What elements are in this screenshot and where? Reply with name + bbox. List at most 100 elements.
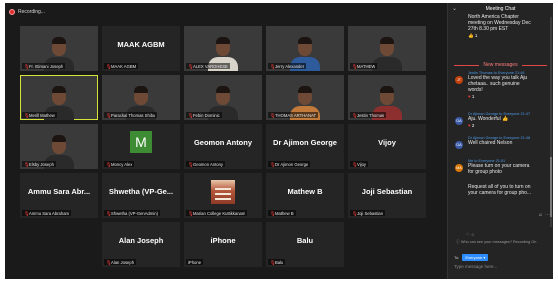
- participant-tile-elsby-joseph[interactable]: 🎙 Elsby Joseph: [20, 124, 98, 169]
- participant-name: Jestin Thomas: [357, 112, 385, 118]
- chat-message-line: for group photo: [468, 169, 502, 175]
- participant-display-name: Joji Sebastian: [361, 186, 413, 196]
- participant-name: Marian College Kuttikkanam: [193, 210, 246, 216]
- participant-name: MATHEW: [357, 63, 376, 69]
- reaction-count: 1: [470, 94, 475, 99]
- zoom-meeting-window: Recording... 🎙 Fr. Ittimani Joseph MAAK AG…: [5, 3, 553, 279]
- participant-tile-merill-mathew[interactable]: 🎙 Merill Mathew: [20, 75, 98, 120]
- muted-mic-icon: 🎙: [24, 63, 30, 69]
- divider-line: [454, 64, 480, 66]
- participant-tile-joji-sebastian[interactable]: Joji Sebastian 🎙 Joji Sebastian: [348, 173, 426, 218]
- chat-message-line: words!: [468, 87, 483, 93]
- participant-name-display: Joji Sebastian: [348, 173, 426, 209]
- muted-mic-icon: 🎙: [106, 63, 112, 69]
- participant-name: Jerry Alexander: [275, 63, 305, 69]
- scrollbar-thumb[interactable]: [550, 157, 552, 217]
- participant-tile-mathew-b[interactable]: Mathew B 🎙 Mathew B: [266, 173, 344, 218]
- participant-tile-shwetha-vp-genadmin[interactable]: Shwetha (VP-Ge... 🎙 Shwetha (VP-GenAdmin): [102, 173, 180, 218]
- participant-display-name: Geomon Antony: [193, 137, 253, 147]
- participant-name: Parackal Thomas Shibu: [111, 112, 156, 118]
- reaction-heart[interactable]: ♥ 1: [448, 94, 553, 99]
- muted-mic-icon: 🎙: [270, 259, 276, 265]
- participant-tile-alan-joseph[interactable]: Alan Joseph 🎙 Alan Joseph: [102, 222, 180, 267]
- sender-avatar: DA: [455, 141, 463, 149]
- participant-name: Shwetha (VP-GenAdmin): [111, 210, 159, 216]
- participant-tile-geomon-antony[interactable]: Geomon Antony 🎙 Geomon Antony: [184, 124, 262, 169]
- participant-name-label: 🎙 ALEX VARGHESE: [186, 63, 230, 69]
- muted-mic-icon: 🎙: [352, 63, 358, 69]
- participant-name: iPhone: [188, 259, 202, 265]
- participant-name-display: MAAK AGBM: [102, 26, 180, 62]
- recipient-dropdown[interactable]: Everyone ▾: [462, 254, 489, 261]
- muted-mic-icon: 🎙: [188, 63, 194, 69]
- muted-mic-icon: 🎙: [270, 161, 276, 167]
- participant-name: Ammu Sara Abraham: [29, 210, 70, 216]
- participant-name-display: iPhone: [184, 222, 262, 258]
- participant-name: Fr. Ittimani Joseph: [29, 63, 64, 69]
- who-can-see-notice[interactable]: ⓘ Who can see your messages? Recording O…: [456, 240, 536, 245]
- participant-name-label: 🎙 MAAK AGBM: [104, 63, 139, 69]
- participant-name-display: Balu: [266, 222, 344, 258]
- participant-name-label: 🎙 Alan Joseph: [104, 259, 137, 265]
- participant-name-label: 🎙 Fr. Ittimani Joseph: [22, 63, 66, 69]
- participant-name-display: Mathew B: [266, 173, 344, 209]
- chat-message: North America Chapter meeting on Wednesd…: [448, 14, 553, 39]
- participant-tile-parackal-thomas-shibu[interactable]: 🎙 Parackal Thomas Shibu: [102, 75, 180, 120]
- recording-label: Recording...: [18, 9, 45, 15]
- participant-tile-balu[interactable]: Balu 🎙 Balu: [266, 222, 344, 267]
- muted-mic-icon: 🎙: [106, 112, 112, 118]
- chat-message-line: 27th 8.30 pm EST: [468, 26, 509, 32]
- participant-tile-vijoy[interactable]: Vijoy 🎙 Vijoy: [348, 124, 426, 169]
- participant-display-name: Balu: [296, 235, 314, 245]
- muted-mic-icon: 🎙: [188, 210, 194, 216]
- who-can-see-text: Who can see your messages? Recording On: [460, 240, 537, 244]
- muted-mic-icon: 🎙: [270, 210, 276, 216]
- participant-name-display: Shwetha (VP-Ge...: [102, 173, 180, 209]
- participant-name: Merill Mathew: [29, 112, 55, 118]
- participant-name-label: 🎙 Parackal Thomas Shibu: [104, 112, 158, 118]
- participant-name-label: 🎙 THOMAS ARTHANAT: [268, 112, 319, 118]
- participant-tile-fr-ittimani-joseph[interactable]: 🎙 Fr. Ittimani Joseph: [20, 26, 98, 71]
- participant-tile-moncy-alex[interactable]: M 🎙 Moncy Alex: [102, 124, 180, 169]
- to-label: To:: [454, 255, 460, 260]
- muted-mic-icon: 🎙: [352, 210, 358, 216]
- recipient-value: Everyone: [465, 255, 483, 260]
- muted-mic-icon: 🎙: [106, 210, 112, 216]
- participant-name-label: 🎙 MATHEW: [350, 63, 378, 69]
- chat-messages: North America Chapter meeting on Wednesd…: [448, 14, 553, 234]
- chevron-down-icon: ▾: [483, 255, 486, 260]
- reaction-heart[interactable]: ♥ 2: [448, 123, 553, 128]
- participant-tile-marian-college-kuttikkanam[interactable]: 🎙 Marian College Kuttikkanam: [184, 173, 262, 218]
- participant-tile-alex-varghese[interactable]: 🎙 ALEX VARGHESE: [184, 26, 262, 71]
- participant-display-name: iPhone: [210, 235, 236, 245]
- avatar: M: [130, 131, 152, 153]
- participant-tile-dr-ajimon-george[interactable]: Dr Ajimon George 🎙 Dr Ajimon George: [266, 124, 344, 169]
- sender-avatar: DA: [455, 117, 463, 125]
- profile-picture: [211, 180, 235, 204]
- participant-tile-iphone[interactable]: iPhone iPhone: [184, 222, 262, 267]
- participant-name-display: Dr Ajimon George: [266, 124, 344, 160]
- chat-message-input[interactable]: Type message here...: [454, 264, 497, 269]
- participant-tile-jerry-alexander[interactable]: 🎙 Jerry Alexander: [266, 26, 344, 71]
- participant-name: ALEX VARGHESE: [193, 63, 228, 69]
- participant-tile-ammu-sara-abraham[interactable]: Ammu Sara Abr... 🎙 Ammu Sara Abraham: [20, 173, 98, 218]
- participant-name: Dr Ajimon George: [275, 161, 309, 167]
- chat-scrollbar[interactable]: [550, 17, 552, 227]
- avatar-container: M: [102, 124, 180, 160]
- muted-mic-icon: 🎙: [188, 161, 194, 167]
- muted-mic-icon: 🎙: [352, 112, 358, 118]
- muted-mic-icon: 🎙: [24, 112, 30, 118]
- reaction-count: 2: [470, 123, 475, 128]
- reaction-thumbs[interactable]: 👍 1: [448, 33, 553, 39]
- chat-message-line: Aju. Wonderful 👍: [468, 116, 509, 122]
- recording-indicator[interactable]: Recording...: [9, 7, 45, 17]
- more-icon[interactable]: ⋯: [545, 212, 550, 218]
- participant-tile-thomas-arthanat[interactable]: 🎙 THOMAS ARTHANAT: [266, 75, 344, 120]
- participant-tile-jestin-thomas[interactable]: 🎙 Jestin Thomas: [348, 75, 426, 120]
- participant-tile-mathew[interactable]: 🎙 MATHEW: [348, 26, 426, 71]
- reaction-icons[interactable]: ♡ ☺: [466, 232, 475, 237]
- record-icon: [9, 9, 15, 15]
- emoji-icon[interactable]: ☺: [538, 212, 543, 218]
- participant-tile-maak-agbm[interactable]: MAAK AGBM 🎙 MAAK AGBM: [102, 26, 180, 71]
- participant-tile-febin-dominic[interactable]: 🎙 Febin Dominic: [184, 75, 262, 120]
